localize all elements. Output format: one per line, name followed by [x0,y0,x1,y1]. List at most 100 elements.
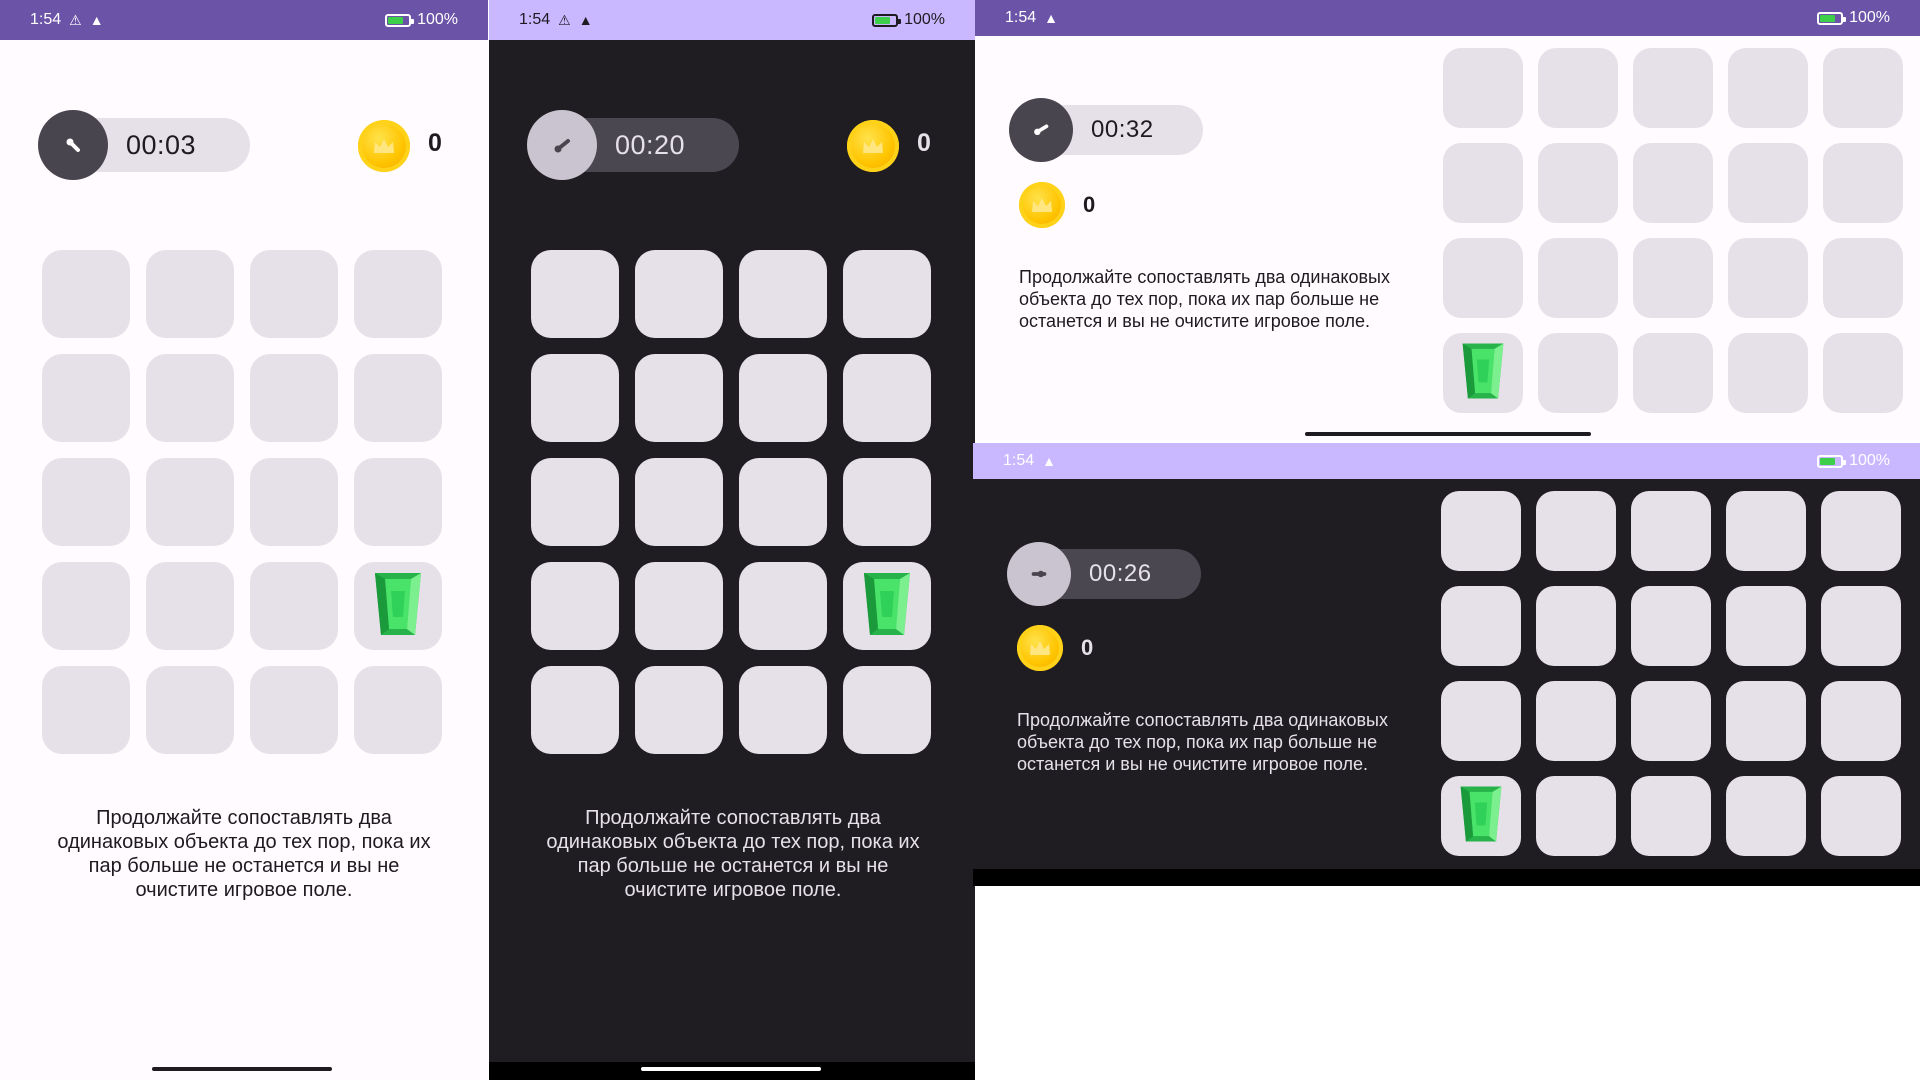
notification-icon: ⚠ [69,12,82,28]
home-indicator[interactable] [1305,432,1591,436]
card-tile[interactable] [1536,491,1616,571]
card-tile[interactable] [1536,776,1616,856]
card-tile-revealed[interactable] [1441,776,1521,856]
instructions-text: Продолжайте сопоставлять два одинаковых … [1017,710,1388,774]
card-tile[interactable] [843,354,931,442]
card-tile[interactable] [531,458,619,546]
card-tile[interactable] [843,458,931,546]
card-tile[interactable] [1726,776,1806,856]
battery-level: 100% [1849,9,1890,26]
card-tile[interactable] [1728,48,1808,128]
card-tile[interactable] [146,562,234,650]
alert-icon: ▲ [1044,10,1058,26]
card-tile[interactable] [42,562,130,650]
card-tile[interactable] [1728,238,1808,318]
card-tile[interactable] [531,354,619,442]
card-tile[interactable] [531,250,619,338]
home-indicator[interactable] [152,1067,332,1071]
card-tile[interactable] [1441,681,1521,761]
card-tile[interactable] [1633,143,1713,223]
card-tile[interactable] [843,250,931,338]
coin-icon [358,120,410,172]
card-tile[interactable] [1538,48,1618,128]
card-tile[interactable] [739,458,827,546]
card-tile-revealed[interactable] [843,562,931,650]
card-tile[interactable] [1633,238,1713,318]
card-tile[interactable] [635,250,723,338]
card-tile[interactable] [1823,238,1903,318]
card-tile[interactable] [531,562,619,650]
card-tile[interactable] [843,666,931,754]
card-tile[interactable] [1633,333,1713,413]
card-tile-revealed[interactable] [354,562,442,650]
card-tile[interactable] [1631,681,1711,761]
card-tile[interactable] [1441,586,1521,666]
card-tile[interactable] [1536,681,1616,761]
card-tile[interactable] [146,458,234,546]
card-tile[interactable] [1443,143,1523,223]
card-tile[interactable] [250,354,338,442]
home-indicator[interactable] [641,1067,821,1071]
card-tile[interactable] [42,250,130,338]
card-tile[interactable] [250,562,338,650]
card-tile[interactable] [146,666,234,754]
card-tile[interactable] [250,666,338,754]
card-tile[interactable] [250,458,338,546]
card-tile[interactable] [1823,48,1903,128]
card-tile[interactable] [42,666,130,754]
card-tile[interactable] [1726,586,1806,666]
card-tile[interactable] [1726,681,1806,761]
card-tile[interactable] [1821,586,1901,666]
card-tile[interactable] [739,354,827,442]
card-tile[interactable] [1631,491,1711,571]
score-value: 0 [428,129,442,157]
alert-icon: ▲ [578,12,593,28]
card-tile[interactable] [1443,238,1523,318]
card-tile[interactable] [146,250,234,338]
panel-landscape-light: 1:54 ▲ 100% 00:32 0 Продолжайте сопостав… [975,0,1920,440]
card-tile[interactable] [635,666,723,754]
card-tile[interactable] [1633,48,1713,128]
card-tile[interactable] [1443,48,1523,128]
alert-icon: ▲ [1042,453,1056,469]
card-tile[interactable] [146,354,234,442]
card-tile[interactable] [250,250,338,338]
card-tile[interactable] [635,562,723,650]
card-tile[interactable] [739,250,827,338]
card-tile[interactable] [1726,491,1806,571]
instructions-text: Продолжайте сопоставлять два одинаковых … [1019,267,1390,331]
card-tile[interactable] [531,666,619,754]
card-tile[interactable] [42,458,130,546]
card-tile[interactable] [739,666,827,754]
card-tile[interactable] [1538,333,1618,413]
card-tile[interactable] [1631,776,1711,856]
card-tile[interactable] [635,354,723,442]
card-tile[interactable] [635,458,723,546]
card-tile[interactable] [1441,491,1521,571]
panel-landscape-dark: 1:54 ▲ 100% 00:26 0 Продолжайте сопостав… [973,443,1920,886]
card-tile[interactable] [1728,333,1808,413]
card-tile[interactable] [354,250,442,338]
card-tile[interactable] [1728,143,1808,223]
card-tile[interactable] [1821,776,1901,856]
card-tile[interactable] [1536,586,1616,666]
panel-portrait-light: 1:54 ⚠ ▲ 100% 00:03 0 Продолжайте сопост… [0,0,488,1080]
battery-icon [385,13,415,27]
status-bar: 1:54 ⚠ ▲ 100% [0,0,488,40]
card-tile[interactable] [1823,333,1903,413]
stopwatch-hand-icon [527,110,597,180]
card-tile[interactable] [1631,586,1711,666]
card-tile[interactable] [1823,143,1903,223]
card-tile[interactable] [354,666,442,754]
card-tile-revealed[interactable] [1443,333,1523,413]
card-tile[interactable] [42,354,130,442]
card-tile[interactable] [739,562,827,650]
coin-icon [1019,182,1065,228]
card-tile[interactable] [1538,238,1618,318]
card-tile[interactable] [1821,491,1901,571]
battery-level: 100% [417,11,458,28]
card-tile[interactable] [354,354,442,442]
card-tile[interactable] [354,458,442,546]
card-tile[interactable] [1538,143,1618,223]
card-tile[interactable] [1821,681,1901,761]
